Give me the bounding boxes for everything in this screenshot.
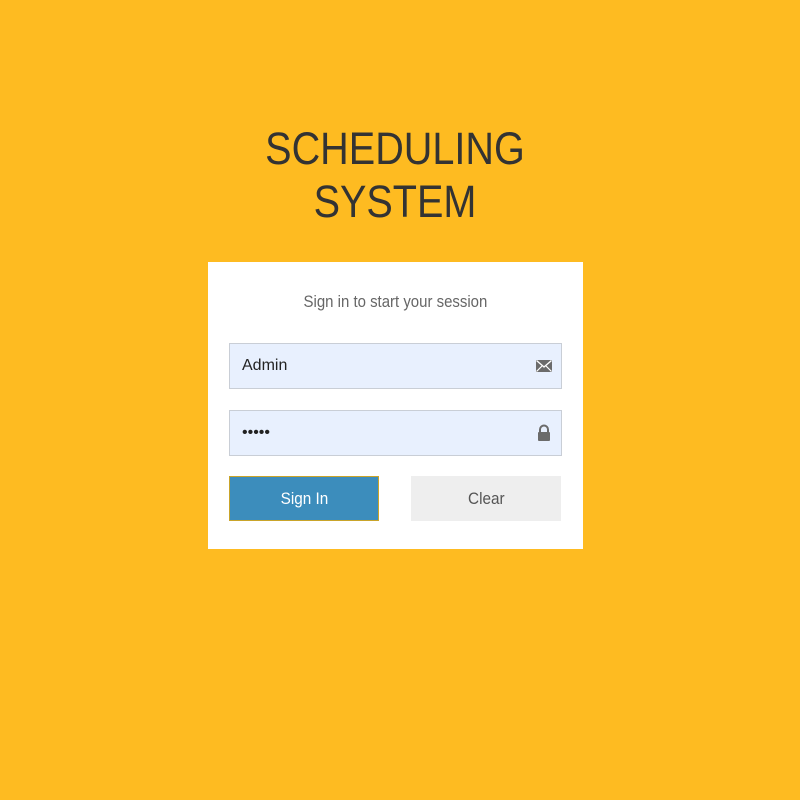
envelope-icon	[535, 357, 553, 375]
sign-in-button[interactable]: Sign In	[229, 476, 379, 521]
password-field	[229, 410, 562, 456]
password-input[interactable]	[230, 411, 520, 455]
app-title: SCHEDULING SYSTEM	[47, 122, 742, 228]
username-input[interactable]	[230, 344, 520, 388]
clear-button-label: Clear	[467, 489, 505, 508]
app-title-line-2: SYSTEM	[313, 176, 477, 227]
app-title-line-1: SCHEDULING	[265, 123, 525, 174]
sign-in-button-label: Sign In	[280, 489, 328, 508]
username-field	[229, 343, 562, 389]
lock-icon	[535, 424, 553, 442]
login-subtitle: Sign in to start your session	[303, 292, 488, 311]
login-box: Sign in to start your session Sign In Cl…	[208, 262, 583, 549]
clear-button[interactable]: Clear	[411, 476, 561, 521]
